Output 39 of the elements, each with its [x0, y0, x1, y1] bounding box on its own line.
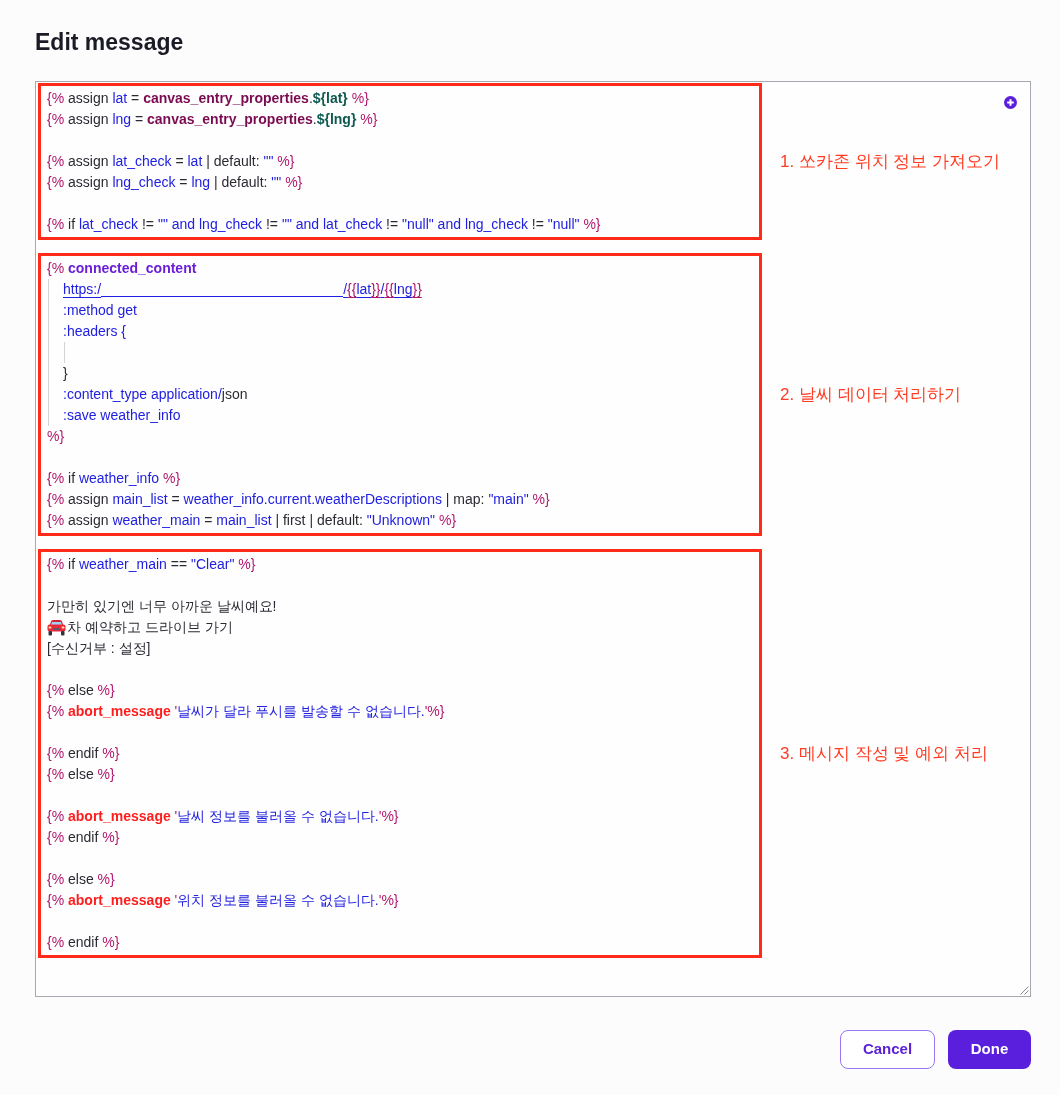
code-line: :headers {: [63, 322, 127, 341]
code-line: {% if weather_info %}: [47, 469, 181, 488]
url-text: https:/ /{{lat}}/{{lng}}: [63, 279, 422, 299]
message-text: 차 예약하고 드라이브 가기: [67, 618, 233, 637]
code-line: :content_type application/json: [63, 385, 248, 404]
annotation-label: 1. 쏘카존 위치 정보 가져오기: [780, 150, 1001, 173]
code-line: {% endif %}: [47, 744, 120, 763]
annotation-label: 3. 메시지 작성 및 예외 처리: [780, 742, 988, 765]
code-line: :save weather_info: [63, 406, 181, 425]
plus-icon[interactable]: [1004, 96, 1017, 109]
code-line: {% assign lng_check = lng | default: "" %}: [47, 173, 303, 192]
dialog-title: Edit message: [35, 28, 184, 57]
code-line: {% assign weather_main = main_list | first | default: "Unknown" %}: [47, 511, 457, 530]
car-icon: [47, 619, 66, 636]
code-line: {% abort_message '날씨 정보를 불러올 수 없습니다.'%}: [47, 807, 399, 826]
cancel-button[interactable]: Cancel: [840, 1030, 935, 1069]
done-button[interactable]: Done: [948, 1030, 1031, 1069]
code-line: {% connected_content: [47, 259, 197, 278]
code-line: {% else %}: [47, 870, 115, 889]
resize-handle-icon[interactable]: [1020, 986, 1029, 995]
code-line: {% assign lng = canvas_entry_properties.${lng} %}: [47, 110, 378, 129]
message-text: [수신거부 : 설정]: [47, 639, 151, 658]
code-line: %}: [47, 427, 65, 446]
code-line: {% abort_message '위치 정보를 불러올 수 없습니다.'%}: [47, 891, 399, 910]
code-line: {% assign main_list = weather_info.current.weatherDescriptions | map: "main" %}: [47, 490, 550, 509]
annotation-label: 2. 날씨 데이터 처리하기: [780, 383, 962, 406]
code-line: {% else %}: [47, 765, 115, 784]
code-line: {% endif %}: [47, 828, 120, 847]
message-editor[interactable]: [35, 81, 1031, 997]
code-line: :method get: [63, 301, 137, 320]
code-line: {% endif %}: [47, 933, 120, 952]
code-line: {% abort_message '날씨가 달라 푸시를 발송할 수 없습니다.'%}: [47, 702, 445, 721]
message-text: 가만히 있기엔 너무 아까운 날씨예요!: [47, 597, 277, 616]
code-line: {% assign lat_check = lat | default: "" %}: [47, 152, 295, 171]
code-line: {% if weather_main == "Clear" %}: [47, 555, 256, 574]
code-line: {% else %}: [47, 681, 115, 700]
code-line: {% assign lat = canvas_entry_properties.${lat} %}: [47, 89, 369, 108]
code-line: }: [63, 364, 68, 383]
code-line: {% if lat_check != "" and lng_check != "" and lat_check != "null" and lng_check != "null" %}: [47, 215, 601, 234]
